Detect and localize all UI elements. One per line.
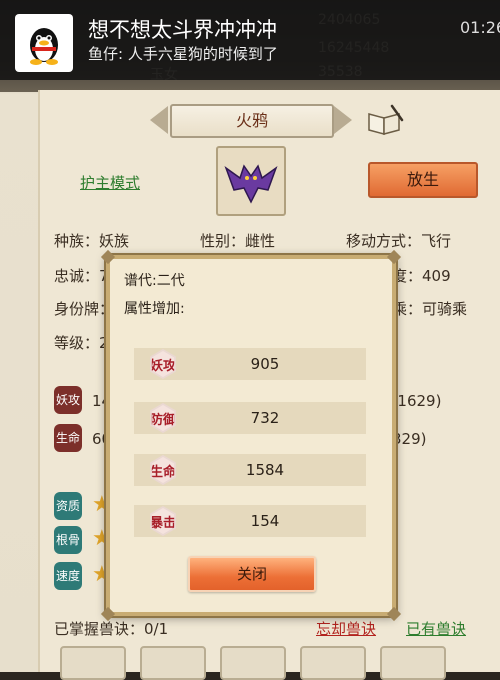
close-button[interactable]: 关闭 (188, 556, 316, 592)
pet-portrait[interactable] (216, 146, 286, 216)
skill-slot[interactable] (60, 646, 126, 680)
attr-value: 1584 (245, 461, 285, 479)
speed-stat: 度：409 (392, 267, 451, 285)
attr-row-defense: 防御 732 (134, 402, 366, 434)
guard-mode-link[interactable]: 护主模式 (80, 172, 140, 193)
fire-crow-icon (224, 164, 278, 204)
attr-bonus-label: 属性增加: (124, 301, 185, 317)
skill-slot[interactable] (380, 646, 446, 680)
ride-stat: 乘：可骑乘 (392, 300, 468, 318)
attack-range-tail: -1629) (392, 392, 442, 410)
pet-name-plaque: 火鸦 (170, 104, 334, 138)
skills-count: 已掌握兽诀：0/1 (54, 620, 169, 638)
aptitude-hex-icon: 资质 (54, 492, 82, 520)
speed-hex-icon: 速度 (54, 562, 82, 590)
skill-slot[interactable] (140, 646, 206, 680)
qq-penguin-icon (15, 14, 73, 72)
attr-value: 732 (250, 409, 280, 427)
attr-value: 154 (250, 512, 280, 530)
pet-book-icon[interactable] (366, 104, 404, 136)
skill-slot[interactable] (220, 646, 286, 680)
generation-text: 谱代:二代 (124, 273, 185, 289)
identity-stat: 身份牌： (54, 300, 115, 318)
owned-skill-link[interactable]: 已有兽诀 (406, 618, 466, 639)
life-hex-icon: 生命 (54, 424, 82, 452)
attr-row-life: 生命 1584 (134, 454, 366, 486)
root-hex-icon: 根骨 (54, 526, 82, 554)
attack-hex-icon: 妖攻 (54, 386, 82, 414)
notification-banner[interactable]: 想不想太斗界冲冲冲 鱼仔: 人手六星狗的时候到了 01:26 (0, 0, 500, 80)
release-button[interactable]: 放生 (368, 162, 478, 198)
life-range-tail: 329) (392, 430, 427, 448)
movement-stat: 移动方式：飞行 (346, 232, 452, 250)
gender-stat: 性别：雌性 (200, 232, 276, 250)
attr-row-attack: 妖攻 905 (134, 348, 366, 380)
attr-row-crit: 暴击 154 (134, 505, 366, 537)
loyalty-stat: 忠诚：7 (54, 267, 109, 285)
attr-value: 905 (250, 355, 280, 373)
attribute-dialog: 谱代:二代 属性增加: 妖攻 905 防御 732 生命 1584 暴击 154… (100, 249, 402, 622)
notification-title: 想不想太斗界冲冲冲 (88, 18, 277, 42)
forget-skill-link[interactable]: 忘却兽诀 (316, 618, 376, 639)
notification-time: 01:26 (460, 18, 500, 37)
skill-slot[interactable] (300, 646, 366, 680)
level-stat: 等级：2 (54, 334, 109, 352)
notification-message: 鱼仔: 人手六星狗的时候到了 (88, 45, 278, 63)
race-stat: 种族：妖族 (54, 232, 130, 250)
plaque-right-ornament (334, 106, 352, 134)
plaque-left-ornament (150, 106, 168, 134)
